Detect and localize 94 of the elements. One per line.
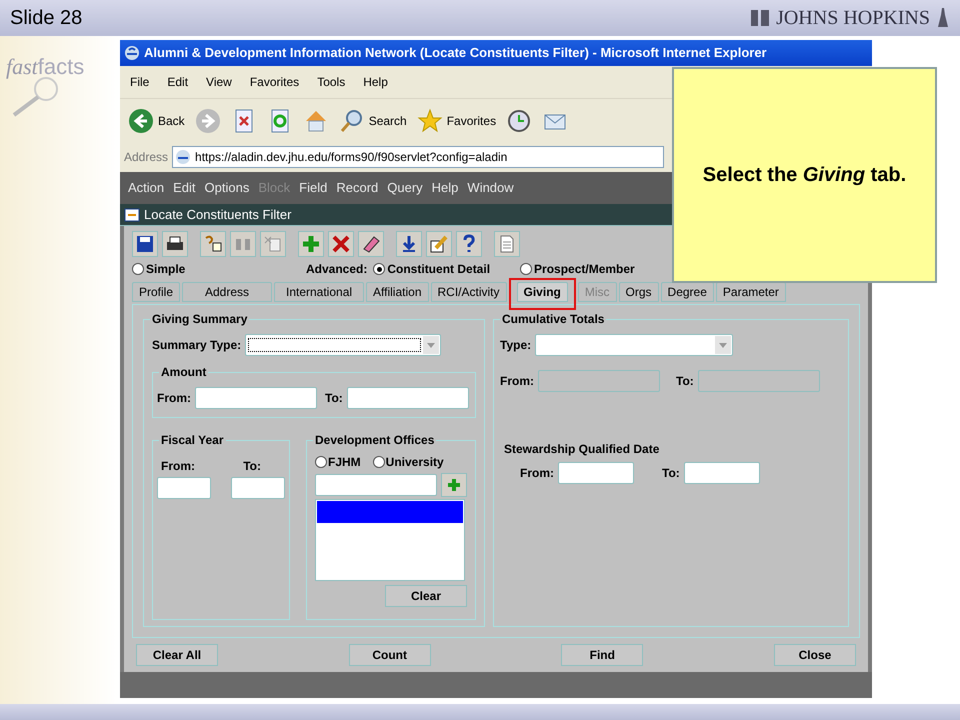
toolbar-button[interactable]: [162, 231, 188, 257]
menu-item[interactable]: Tools: [317, 73, 346, 91]
toolbar-button[interactable]: [456, 231, 482, 257]
menu-item[interactable]: View: [206, 73, 232, 91]
radio-button[interactable]: [315, 456, 327, 468]
toolbar-button[interactable]: [396, 231, 422, 257]
menu-item[interactable]: Favorites: [250, 73, 300, 91]
tab[interactable]: Parameter: [716, 282, 786, 302]
field-label: From:: [161, 458, 195, 475]
history-icon[interactable]: [506, 108, 532, 134]
menu-item[interactable]: Help: [432, 178, 458, 198]
shield-icon: [750, 9, 770, 27]
pencil-icon: [428, 233, 450, 255]
tab[interactable]: Affiliation: [366, 282, 428, 302]
text-field[interactable]: [558, 462, 634, 484]
menu-item[interactable]: Action: [128, 178, 164, 198]
plus-icon: [446, 477, 462, 493]
address-label: Address: [124, 149, 168, 166]
toolbar-button[interactable]: [426, 231, 452, 257]
menu-item[interactable]: Record: [336, 178, 378, 198]
field-label: Advanced:: [306, 261, 368, 278]
window-title: Locate Constituents Filter: [144, 206, 292, 224]
field-label: From:: [520, 465, 554, 482]
group-title: Development Offices: [313, 432, 436, 448]
radio-label: Constituent Detail: [387, 261, 490, 278]
clear-button[interactable]: Clear: [385, 585, 467, 607]
text-field[interactable]: [698, 370, 820, 392]
tab[interactable]: Orgs: [618, 282, 659, 302]
tab[interactable]: Address: [182, 282, 272, 302]
menu-item[interactable]: Field: [299, 178, 328, 198]
radio-label: FJHM: [328, 454, 361, 471]
radio-button[interactable]: [132, 263, 144, 275]
delete-x-icon: [330, 233, 352, 255]
menu-item[interactable]: Edit: [167, 73, 188, 91]
callout-text: Select the Giving tab.: [702, 163, 906, 188]
field-label: To:: [325, 390, 343, 407]
menu-item[interactable]: Edit: [173, 178, 196, 198]
menu-item[interactable]: Help: [363, 73, 388, 91]
tower-icon: [936, 7, 950, 29]
text-field[interactable]: [538, 370, 660, 392]
toolbar-button[interactable]: [200, 231, 226, 257]
brand-word: facts: [38, 53, 84, 81]
menu-item[interactable]: Query: [387, 178, 423, 198]
star-icon[interactable]: [416, 108, 443, 134]
field-label: To:: [662, 465, 680, 482]
text-field[interactable]: [315, 474, 437, 496]
field-label: To:: [676, 373, 694, 390]
brand-word: fast: [6, 53, 38, 81]
slide-title: Slide 28: [10, 6, 82, 31]
form-button[interactable]: Clear All: [136, 644, 218, 666]
menu-item[interactable]: File: [130, 73, 150, 91]
menu-item[interactable]: Window: [467, 178, 514, 198]
url-text: https://aladin.dev.jhu.edu/forms90/f90servlet?config=aladin: [195, 149, 508, 166]
toolbar-label[interactable]: Back: [158, 112, 185, 130]
plus-icon: [300, 233, 322, 255]
institution-logo: JOHNS HOPKINS: [776, 6, 930, 31]
field-label: From:: [157, 390, 191, 407]
address-field[interactable]: https://aladin.dev.jhu.edu/forms90/f90servlet?config=aladin: [172, 146, 664, 168]
radio-button[interactable]: [373, 263, 386, 275]
radio-label: University: [386, 454, 444, 471]
text-field[interactable]: [346, 387, 469, 409]
field-label: Summary Type:: [152, 337, 242, 354]
tab[interactable]: Degree: [660, 282, 714, 302]
text-field[interactable]: [231, 477, 285, 499]
field-label: To:: [243, 458, 261, 475]
field-label: Type:: [500, 337, 532, 354]
toolbar-button[interactable]: [358, 231, 384, 257]
text-field[interactable]: [684, 462, 760, 484]
dropdown-field[interactable]: [245, 334, 442, 356]
form-button[interactable]: Find: [561, 644, 644, 666]
menu-item[interactable]: Options: [204, 178, 250, 198]
dropdown-field[interactable]: [535, 334, 734, 356]
toolbar-label[interactable]: Search: [368, 112, 407, 130]
radio-button[interactable]: [520, 263, 532, 275]
field-label: From:: [500, 373, 534, 390]
list-box[interactable]: [315, 499, 465, 581]
tab[interactable]: RCI/Activity: [430, 282, 507, 302]
search-icon[interactable]: [338, 108, 365, 134]
radio-label: Simple: [146, 261, 186, 278]
text-field[interactable]: [195, 387, 317, 409]
add-button[interactable]: [441, 473, 467, 497]
form-button[interactable]: Close: [774, 644, 856, 666]
tab[interactable]: Giving: [516, 282, 568, 302]
form-button[interactable]: Count: [348, 644, 431, 666]
tab[interactable]: International: [274, 282, 364, 302]
field-label: Stewardship Qualified Date: [504, 441, 660, 458]
group-title: Giving Summary: [150, 311, 250, 327]
tab[interactable]: Profile: [132, 282, 180, 302]
text-field[interactable]: [157, 477, 211, 499]
radio-label: Prospect/Member: [534, 261, 635, 278]
browser-title: Alumni & Development Information Network (Locate Constituents Filter) - Microsoft Internet Explorer: [144, 44, 767, 62]
radio-button[interactable]: [372, 456, 385, 468]
toolbar-label[interactable]: Favorites: [446, 112, 496, 130]
toolbar-button[interactable]: [132, 231, 158, 257]
